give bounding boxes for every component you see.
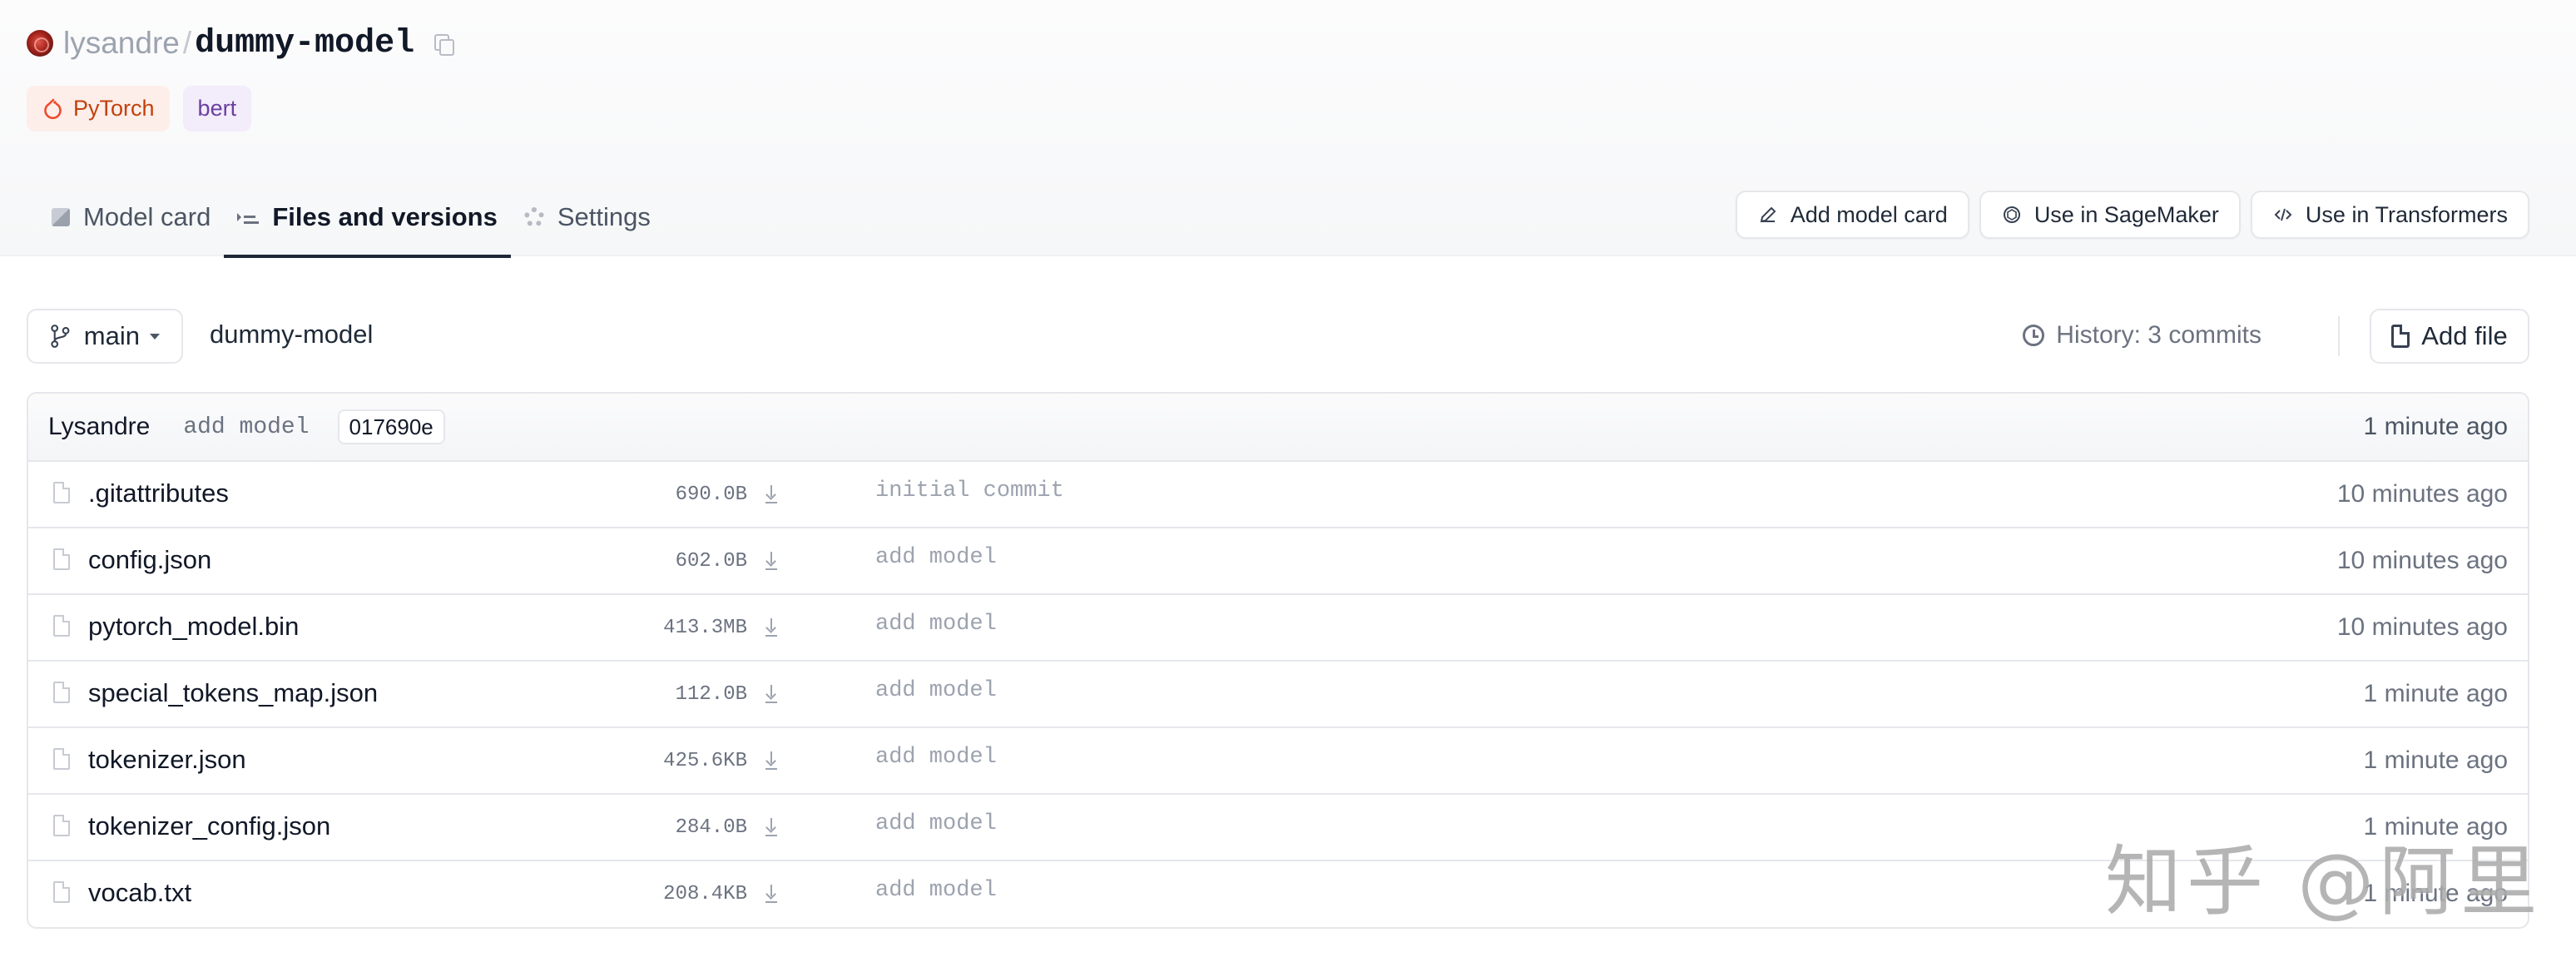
repo-name-link[interactable]: dummy-model <box>195 25 414 62</box>
tab-label: Model card <box>83 202 211 231</box>
file-size: 284.0B <box>675 816 747 839</box>
file-size: 112.0B <box>675 683 747 706</box>
tab-label: Files and versions <box>272 202 498 231</box>
copy-icon[interactable] <box>431 31 456 56</box>
repo-tabs: Model card Files and versions Settings <box>40 178 664 258</box>
file-time: 10 minutes ago <box>2336 547 2508 574</box>
file-name-link[interactable]: tokenizer.json <box>88 745 246 775</box>
avatar[interactable] <box>27 30 53 57</box>
tag-label: PyTorch <box>73 96 155 121</box>
download-icon[interactable] <box>765 685 777 703</box>
download-icon[interactable] <box>765 552 777 570</box>
code-icon <box>2274 208 2292 221</box>
file-icon <box>53 548 70 570</box>
file-icon <box>53 815 70 836</box>
tag-label: bert <box>197 96 237 121</box>
button-label: Use in Transformers <box>2305 201 2508 227</box>
add-file-button[interactable]: Add file <box>2370 309 2529 364</box>
download-icon[interactable] <box>765 885 777 903</box>
table-row: config.json 602.0B add model 10 minutes … <box>28 528 2528 595</box>
tag-list: PyTorch bert <box>27 86 252 131</box>
repo-header: lysandre / dummy-model PyTorch bert Mode… <box>0 0 2576 258</box>
file-icon <box>53 682 70 703</box>
file-icon <box>53 482 70 503</box>
button-label: Use in SageMaker <box>2034 201 2219 227</box>
button-label: Add model card <box>1790 201 1948 227</box>
history-label: History: 3 commits <box>2056 321 2261 349</box>
branch-selector[interactable]: main <box>27 309 183 364</box>
watermark: 知乎 @阿里 <box>2105 837 2543 926</box>
add-model-card-button[interactable]: Add model card <box>1735 191 1969 239</box>
commit-time: 1 minute ago <box>2363 413 2508 440</box>
cube-icon <box>52 208 70 226</box>
file-name-link[interactable]: pytorch_model.bin <box>88 612 299 642</box>
file-commit-message[interactable]: add model <box>875 811 997 836</box>
file-name-link[interactable]: tokenizer_config.json <box>88 811 330 841</box>
sagemaker-icon <box>2003 206 2020 223</box>
pytorch-icon <box>44 98 62 119</box>
file-commit-message[interactable]: initial commit <box>875 479 1064 503</box>
branch-name: main <box>83 321 140 350</box>
file-size: 690.0B <box>675 484 747 506</box>
file-size: 602.0B <box>675 550 747 573</box>
history-link[interactable]: History: 3 commits <box>2023 321 2261 350</box>
file-time: 1 minute ago <box>2363 746 2508 774</box>
pencil-icon <box>1760 206 1776 223</box>
file-name-link[interactable]: vocab.txt <box>88 878 191 908</box>
repo-separator: / <box>182 26 192 60</box>
gear-icon <box>523 207 544 227</box>
file-commit-message[interactable]: add model <box>875 745 997 770</box>
tag-pytorch[interactable]: PyTorch <box>27 86 170 131</box>
file-icon <box>53 748 70 770</box>
download-icon[interactable] <box>765 818 777 836</box>
file-time: 1 minute ago <box>2363 680 2508 707</box>
table-row: .gitattributes 690.0B initial commit 10 … <box>28 462 2528 528</box>
header-actions: Add model card Use in SageMaker Use in T… <box>1735 191 2529 239</box>
table-row: pytorch_model.bin 413.3MB add model 10 m… <box>28 595 2528 662</box>
file-commit-message[interactable]: add model <box>875 878 997 903</box>
breadcrumb[interactable]: dummy-model <box>210 320 373 350</box>
file-time: 10 minutes ago <box>2336 613 2508 641</box>
last-commit-row: Lysandre add model 017690e 1 minute ago <box>28 394 2528 462</box>
table-row: tokenizer.json 425.6KB add model 1 minut… <box>28 728 2528 795</box>
tab-files-and-versions[interactable]: Files and versions <box>224 178 511 258</box>
file-commit-message[interactable]: add model <box>875 678 997 703</box>
table-row: special_tokens_map.json 112.0B add model… <box>28 662 2528 728</box>
commit-message[interactable]: add model <box>183 414 309 440</box>
commit-sha[interactable]: 017690e <box>337 409 445 444</box>
download-icon[interactable] <box>765 618 777 637</box>
tab-settings[interactable]: Settings <box>511 178 664 256</box>
file-icon <box>53 615 70 637</box>
divider <box>2338 316 2340 356</box>
file-size: 413.3MB <box>663 617 747 639</box>
repo-owner-link[interactable]: lysandre <box>63 26 180 61</box>
file-size: 208.4KB <box>663 883 747 905</box>
tag-bert[interactable]: bert <box>182 86 252 131</box>
file-icon <box>53 881 70 903</box>
use-in-transformers-button[interactable]: Use in Transformers <box>2250 191 2529 239</box>
chevron-down-icon <box>150 333 160 340</box>
file-time: 10 minutes ago <box>2336 480 2508 508</box>
clock-icon <box>2023 325 2045 346</box>
file-commit-message[interactable]: add model <box>875 545 997 570</box>
download-icon[interactable] <box>765 751 777 770</box>
button-label: Add file <box>2421 321 2508 350</box>
download-icon[interactable] <box>765 485 777 503</box>
file-name-link[interactable]: config.json <box>88 545 211 575</box>
files-icon <box>237 208 260 226</box>
tab-model-card[interactable]: Model card <box>40 178 224 256</box>
tab-label: Settings <box>557 202 651 231</box>
file-name-link[interactable]: special_tokens_map.json <box>88 678 378 708</box>
commit-author[interactable]: Lysandre <box>48 413 150 441</box>
use-in-sagemaker-button[interactable]: Use in SageMaker <box>1979 191 2241 239</box>
git-branch-icon <box>51 325 70 348</box>
file-name-link[interactable]: .gitattributes <box>88 479 229 508</box>
repo-title: lysandre / dummy-model <box>27 20 456 67</box>
file-size: 425.6KB <box>663 750 747 772</box>
file-icon <box>2391 325 2410 348</box>
file-commit-message[interactable]: add model <box>875 612 997 637</box>
